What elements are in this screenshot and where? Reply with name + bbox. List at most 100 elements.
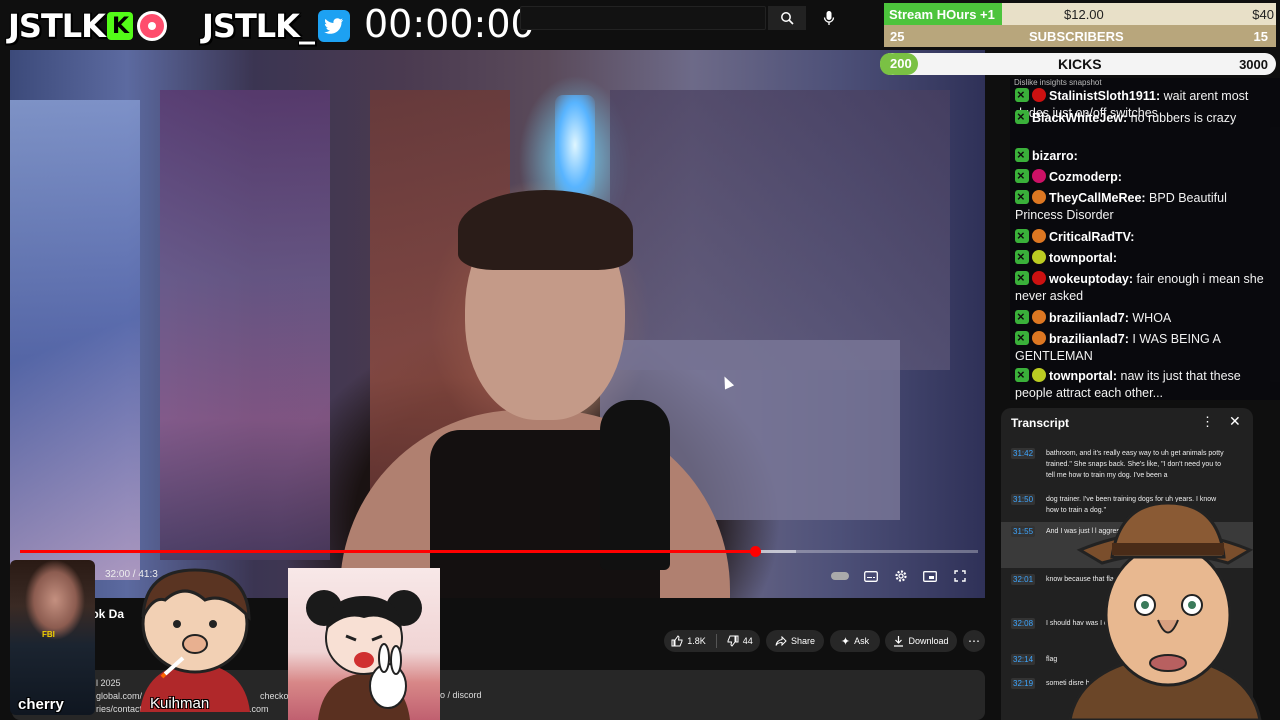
user-badge-icon — [1032, 88, 1046, 102]
chat-username[interactable]: wokeuptoday: — [1049, 272, 1133, 286]
user-badge-icon — [1032, 229, 1046, 243]
wall-poster — [10, 100, 140, 580]
voice-search-button[interactable] — [816, 6, 842, 30]
miniplayer-button[interactable] — [921, 568, 939, 584]
microphone — [600, 400, 670, 570]
search-input[interactable] — [520, 6, 766, 30]
chat-message: brazilianlad7: I WAS BEING A GENTLEMAN — [1015, 329, 1277, 365]
chat-username[interactable]: StalinistSloth1911: — [1049, 89, 1160, 103]
more-actions-button[interactable]: ⋯ — [963, 630, 985, 652]
search-icon — [781, 12, 794, 25]
subtitles-icon — [864, 570, 878, 582]
ask-label: Ask — [854, 636, 870, 646]
chat-username[interactable]: townportal: — [1049, 369, 1117, 383]
divider — [715, 634, 717, 648]
fullscreen-icon — [954, 570, 966, 582]
transcript-menu-button[interactable]: ⋮ — [1201, 414, 1214, 430]
download-icon — [894, 636, 904, 647]
chat-username[interactable]: CriticalRadTV: — [1049, 230, 1134, 244]
transcript-timestamp[interactable]: 31:42 — [1011, 448, 1036, 459]
top-bar: JSTLK K JSTLK _ 00:00:00 — [0, 0, 880, 50]
like-button[interactable]: 1.8K — [671, 635, 706, 647]
user-badge-icon — [1032, 310, 1046, 324]
goal-stream-hours-label: Stream HOurs +1 — [889, 6, 995, 22]
moderator-badge-icon — [1015, 167, 1029, 184]
subtitles-button[interactable] — [862, 568, 880, 584]
like-count: 1.8K — [687, 636, 706, 646]
download-button[interactable]: Download — [885, 630, 957, 652]
microphone-icon — [823, 11, 835, 25]
transcript-timestamp[interactable]: 31:50 — [1011, 494, 1036, 505]
settings-button[interactable] — [892, 568, 910, 584]
logo-text: JSTLK — [202, 7, 300, 45]
chat-message: CriticalRadTV: — [1015, 227, 1277, 246]
guest-avatar-detective — [1068, 501, 1262, 720]
scrubber-handle[interactable] — [749, 546, 761, 557]
back-wall — [610, 90, 950, 370]
goal-kicks-label: KICKS — [1058, 56, 1102, 72]
chat-header: Dislike insights snapshot — [1014, 78, 1102, 87]
video-player[interactable] — [10, 50, 985, 598]
autoplay-toggle[interactable] — [831, 572, 849, 580]
chat-username[interactable]: bizarro: — [1032, 149, 1078, 163]
gear-icon — [895, 570, 907, 582]
close-icon[interactable]: ✕ — [1229, 413, 1241, 430]
chat-username[interactable]: TheyCallMeRee: — [1049, 191, 1146, 205]
moderator-badge-icon — [1015, 329, 1029, 346]
played-bar — [20, 550, 755, 553]
thumbs-up-icon — [671, 635, 683, 647]
chat-username[interactable]: brazilianlad7: — [1049, 311, 1129, 325]
search-button[interactable] — [768, 6, 806, 30]
transcript-segment[interactable]: 31:42 bathroom, and it's really easy way … — [1001, 444, 1253, 488]
dislike-count: 44 — [742, 636, 753, 646]
user-badge-icon — [1032, 250, 1046, 264]
sparkle-icon: ✦ — [840, 635, 851, 648]
transcript-text: bathroom, and it's really easy way to uh… — [1046, 450, 1224, 479]
streamer-hair — [458, 190, 633, 270]
goal-subscribers: 25 SUBSCRIBERS 15 — [884, 25, 1276, 47]
moderator-badge-icon — [1015, 366, 1029, 383]
ask-button[interactable]: ✦ Ask — [830, 630, 880, 652]
chat-message: BlackWhiteJew: no rubbers is crazy — [1015, 108, 1277, 127]
progress-bar[interactable] — [20, 546, 978, 557]
kick-icon: K — [106, 12, 133, 40]
transcript-timestamp[interactable]: 32:01 — [1011, 574, 1036, 585]
miniplayer-icon — [923, 570, 937, 582]
chat-message: townportal: — [1015, 248, 1277, 267]
description-date: l 2025 — [96, 678, 121, 688]
dislike-button[interactable]: 44 — [727, 635, 753, 647]
neon-lamp — [555, 95, 595, 195]
transcript-timestamp[interactable]: 32:08 — [1011, 618, 1036, 629]
description-line3: o / discord — [440, 690, 482, 700]
more-icon: ⋯ — [968, 634, 980, 648]
goal-kicks: 200 KICKS 3000 — [880, 53, 1276, 75]
share-button[interactable]: Share — [766, 630, 824, 652]
download-label: Download — [908, 636, 949, 646]
chat-message: TheyCallMeRee: BPD Beautiful Princess Di… — [1015, 188, 1277, 224]
transcript-timestamp[interactable]: 32:19 — [1011, 678, 1036, 689]
chat-username[interactable]: townportal: — [1049, 251, 1117, 265]
transcript-timestamp[interactable]: 31:55 — [1011, 526, 1036, 537]
guest-avatar-anime — [288, 568, 440, 720]
figure-shelf — [160, 90, 330, 560]
chat-message: townportal: naw its just that these peop… — [1015, 366, 1277, 400]
chat-username[interactable]: Cozmoderp: — [1049, 170, 1122, 184]
moderator-badge-icon — [1015, 269, 1029, 286]
transcript-timestamp[interactable]: 32:14 — [1011, 654, 1036, 665]
moderator-badge-icon — [1015, 146, 1029, 163]
chat-overlay: Dislike insights snapshot StalinistSloth… — [1010, 78, 1280, 400]
transcript-title: Transcript — [1011, 416, 1070, 430]
goal-subscribers-target: 15 — [1253, 28, 1268, 44]
moderator-badge-icon — [1015, 86, 1029, 103]
goal-subscribers-label: SUBSCRIBERS — [1029, 28, 1124, 44]
share-icon — [775, 636, 787, 646]
chat-username[interactable]: brazilianlad7: — [1049, 332, 1129, 346]
fullscreen-button[interactable] — [951, 568, 969, 584]
user-badge-icon — [1032, 271, 1046, 285]
logo-text: JSTLK — [8, 7, 106, 45]
moderator-badge-icon — [1015, 227, 1029, 244]
chat-username[interactable]: BlackWhiteJew: — [1032, 111, 1127, 125]
logo-suffix: _ — [298, 7, 315, 45]
moderator-badge-icon — [1015, 188, 1029, 205]
user-badge-icon — [1032, 331, 1046, 345]
